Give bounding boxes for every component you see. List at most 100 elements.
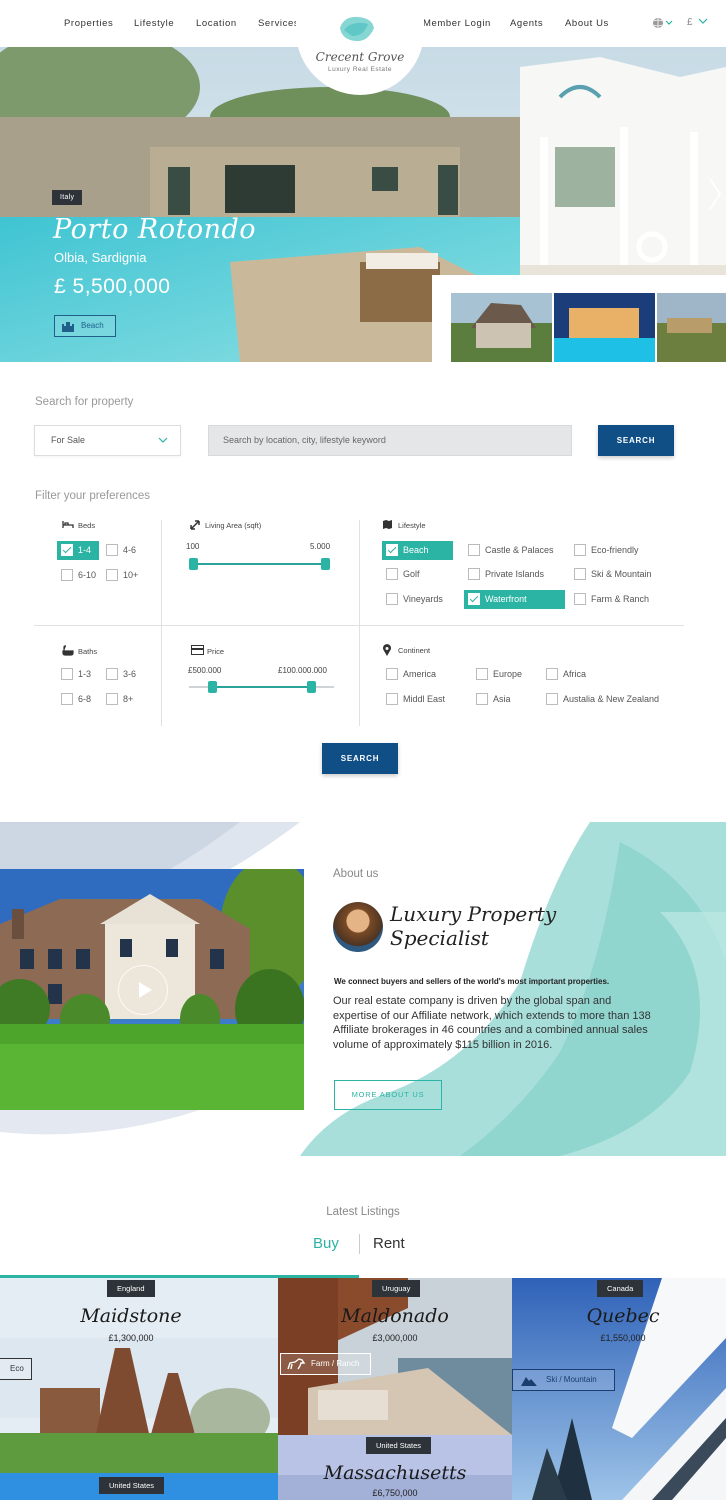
beds-option-1-4[interactable]: 1-4 [57,541,99,560]
listing-type-value: For Sale [51,435,86,445]
listing-card-maidstone[interactable]: England Maidstone £1,300,000 Eco United … [0,1278,278,1500]
thumbnail-2[interactable] [554,293,655,362]
checkbox[interactable] [546,668,558,680]
listing-name[interactable]: Maidstone [0,1305,262,1327]
about-label: About us [333,868,379,880]
option-label: 6-8 [78,694,92,704]
nav-lifestyle[interactable]: Lifestyle [134,18,174,29]
listing-card-quebec[interactable]: Canada Quebec £1,550,000 Ski / Mountain [512,1278,726,1500]
map-pin-icon [383,644,391,656]
nav-properties[interactable]: Properties [64,18,113,29]
more-about-us-button[interactable]: MORE ABOUT US [334,1080,442,1110]
checkbox[interactable] [386,693,398,705]
divider [34,625,684,626]
slider-max-handle[interactable] [321,558,330,570]
slider-max-handle[interactable] [306,681,316,693]
about-body: Our real estate company is driven by the… [333,995,651,1051]
thumbnail-3[interactable] [657,293,726,362]
listing-card-massachusetts[interactable]: United States Massachusetts £6,750,000 [278,1435,512,1500]
about-video-thumbnail[interactable] [0,869,304,1110]
hero-lifestyle-badge[interactable]: Beach [54,315,116,337]
slider-min-handle[interactable] [189,558,198,570]
nav-member-login[interactable]: Member Login [423,18,491,29]
option-label: Waterfront [485,594,527,604]
nav-location[interactable]: Location [196,18,237,29]
hero-thumbnails [432,275,726,362]
play-icon[interactable] [118,965,168,1015]
checkbox[interactable] [61,569,73,581]
checkbox[interactable] [106,569,118,581]
option-label: Africa [563,669,587,679]
checkbox[interactable] [106,693,118,705]
filter-search-button[interactable]: SEARCH [322,743,398,774]
checkbox[interactable] [546,693,558,705]
listing-name[interactable]: Massachusetts [278,1462,512,1484]
checkbox[interactable] [386,593,398,605]
currency-selector[interactable]: £ [687,17,708,28]
price-slider[interactable] [189,681,334,693]
checkbox[interactable] [574,593,586,605]
search-input[interactable]: Search by location, city, lifestyle keyw… [208,425,572,456]
continent-heading: Continent [383,644,431,656]
chevron-down-icon [158,437,168,443]
checkbox[interactable] [476,693,488,705]
nav-about-us[interactable]: About Us [565,18,609,29]
about-section: About us Luxury Property Specialist We c… [0,822,726,1156]
checkbox[interactable] [61,693,73,705]
checkbox[interactable] [61,544,73,556]
listing-lifestyle-badge[interactable]: Farm / Ranch [280,1353,371,1375]
living-area-slider[interactable] [189,558,330,570]
listing-type-select[interactable]: For Sale [34,425,181,456]
thumbnail-1[interactable] [451,293,552,362]
next-slide-icon[interactable] [708,177,722,211]
listing-card-maldonado[interactable]: Uruguay Maldonado £3,000,000 Farm / Ranc… [278,1278,512,1435]
living-area-heading: Living Area (sqft) [190,520,261,530]
lifestyle-label: Lifestyle [398,521,426,530]
about-lead: We connect buyers and sellers of the wor… [334,977,610,986]
about-title-line2: Specialist [390,926,489,950]
language-selector[interactable] [652,17,674,32]
listing-lifestyle-badge[interactable]: Eco [0,1358,32,1380]
checkbox[interactable] [574,544,586,556]
search-button[interactable]: SEARCH [598,425,674,456]
slider-min-handle[interactable] [208,681,218,693]
checkbox[interactable] [468,593,480,605]
nav-services[interactable]: Services [258,18,299,29]
horse-icon [287,1358,305,1370]
option-label: 1-4 [78,545,92,555]
hero-property-name[interactable]: Porto Rotondo [53,214,256,245]
listing-name[interactable]: Quebec [512,1305,726,1327]
tab-buy[interactable]: Buy [313,1235,339,1252]
tab-rent[interactable]: Rent [373,1235,405,1252]
about-title-line1: Luxury Property [390,902,557,926]
listing-lifestyle-badge[interactable]: Ski / Mountain [512,1369,615,1391]
checkbox[interactable] [106,668,118,680]
checkbox[interactable] [468,544,480,556]
continent-label: Continent [398,646,431,655]
price-max: £100.000.000 [278,666,327,675]
checkbox[interactable] [574,568,586,580]
hero-price: £ 5,500,000 [54,275,171,298]
checkbox[interactable] [386,568,398,580]
living-area-min: 100 [186,542,200,551]
slider-fill [189,563,330,565]
checkbox[interactable] [476,668,488,680]
checkbox[interactable] [61,668,73,680]
lifestyle-option-beach[interactable]: Beach [382,541,453,560]
checkbox[interactable] [106,544,118,556]
nav-agents[interactable]: Agents [510,18,543,29]
price-label: Price [207,647,225,656]
chevron-down-icon [698,18,708,24]
listing-name[interactable]: Maldonado [278,1305,512,1327]
option-label: 3-6 [123,669,137,679]
option-label: 10+ [123,570,139,580]
logo-mark-icon [340,16,374,42]
lifestyle-option-waterfront[interactable]: Waterfront [464,590,565,609]
option-label: 1-3 [78,669,92,679]
checkbox[interactable] [468,568,480,580]
checkbox[interactable] [386,668,398,680]
baths-label: Baths [78,647,98,656]
checkbox[interactable] [386,544,398,556]
currency-label: £ [687,17,693,28]
living-area-max: 5.000 [310,542,331,551]
